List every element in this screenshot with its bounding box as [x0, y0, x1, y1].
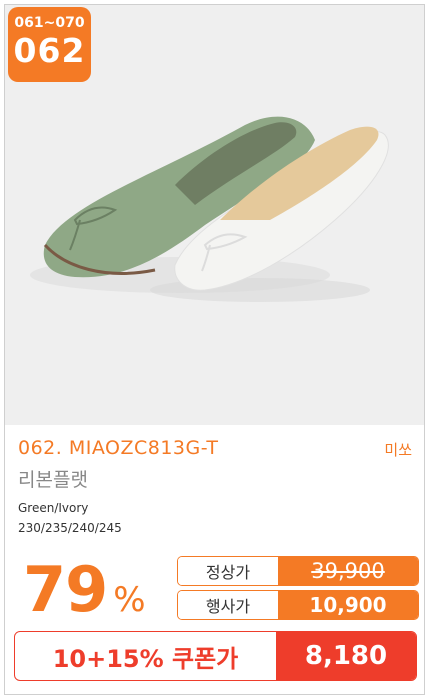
product-card[interactable]: 061~070 062 062. MIAOZC813G-T 미쏘 리본플랫 Gr…: [4, 4, 425, 695]
product-image[interactable]: 061~070 062: [5, 5, 424, 425]
event-price-row: 행사가 10,900: [177, 590, 419, 620]
product-name[interactable]: 리본플랫: [18, 465, 88, 492]
regular-price-strikethrough: 39,900: [311, 559, 385, 583]
percent-sign: %: [113, 580, 146, 620]
coupon-price-box[interactable]: 10+15% 쿠폰가 8,180: [14, 631, 417, 681]
event-price-label: 행사가: [178, 591, 278, 619]
regular-price-label: 정상가: [178, 557, 278, 585]
coupon-price-label: 10+15% 쿠폰가: [52, 644, 239, 673]
coupon-price-value: 8,180: [276, 632, 416, 680]
regular-price-row: 정상가 39,900: [177, 556, 419, 586]
product-code: 062. MIAOZC813G-T: [18, 437, 219, 459]
brand-name[interactable]: 미쏘: [384, 439, 412, 460]
badge-number: 062: [13, 31, 86, 70]
discount-value: 79: [23, 553, 108, 626]
number-badge: 061~070 062: [8, 7, 91, 82]
badge-range: 061~070: [14, 15, 85, 31]
discount-rate: 79%: [23, 553, 146, 626]
regular-price-value: 39,900: [278, 557, 418, 585]
product-sizes: 230/235/240/245: [18, 521, 122, 535]
event-price-value: 10,900: [278, 591, 418, 619]
product-colors: Green/Ivory: [18, 501, 89, 515]
